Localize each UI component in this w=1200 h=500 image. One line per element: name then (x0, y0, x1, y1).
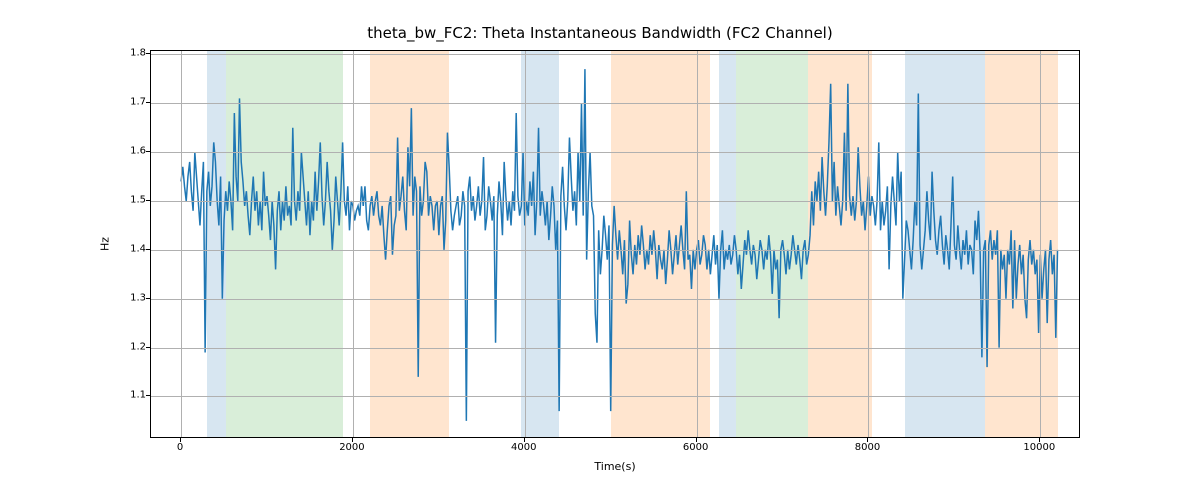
y-tick-label: 1.3 (106, 292, 146, 303)
x-tick-label: 2000 (339, 442, 364, 453)
gridline-h (151, 299, 1079, 300)
data-line (151, 51, 1079, 437)
gridline-v (353, 51, 354, 437)
gridline-h (151, 396, 1079, 397)
gridline-v (1040, 51, 1041, 437)
gridline-h (151, 201, 1079, 202)
gridline-h (151, 250, 1079, 251)
y-tick-label: 1.6 (106, 146, 146, 157)
gridline-v (181, 51, 182, 437)
chart-figure: theta_bw_FC2: Theta Instantaneous Bandwi… (0, 0, 1200, 500)
y-tick-label: 1.1 (106, 390, 146, 401)
y-tick-label: 1.8 (106, 48, 146, 59)
x-tick-label: 0 (177, 442, 183, 453)
y-tick-label: 1.2 (106, 341, 146, 352)
x-tick-label: 8000 (855, 442, 880, 453)
y-tick-label: 1.5 (106, 195, 146, 206)
x-tick-label: 6000 (683, 442, 708, 453)
gridline-v (525, 51, 526, 437)
gridline-h (151, 152, 1079, 153)
y-tick-label: 1.7 (106, 97, 146, 108)
chart-title: theta_bw_FC2: Theta Instantaneous Bandwi… (0, 24, 1200, 42)
y-tick-label: 1.4 (106, 243, 146, 254)
gridline-h (151, 103, 1079, 104)
x-axis-label: Time(s) (594, 460, 635, 473)
gridline-h (151, 54, 1079, 55)
plot-area (150, 50, 1080, 438)
gridline-v (697, 51, 698, 437)
x-tick-label: 10000 (1023, 442, 1055, 453)
gridline-v (868, 51, 869, 437)
x-tick-label: 4000 (511, 442, 536, 453)
gridline-h (151, 348, 1079, 349)
